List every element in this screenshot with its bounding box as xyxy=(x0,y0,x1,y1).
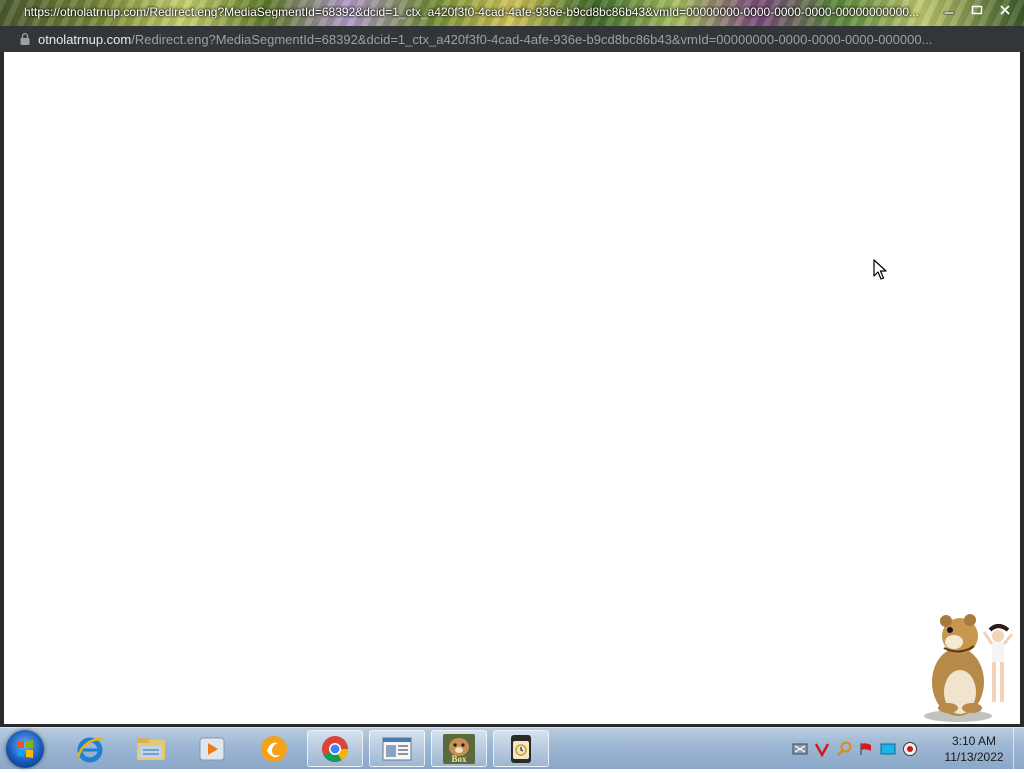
search-key-icon xyxy=(837,741,852,756)
windows-explorer-icon xyxy=(137,737,165,760)
taskbar-document-window[interactable] xyxy=(369,730,425,767)
desktop-mascot-hamster-icon xyxy=(924,614,1014,722)
show-desktop-button[interactable] xyxy=(1013,728,1024,769)
maximize-button[interactable] xyxy=(966,2,988,18)
antivirus-v-icon xyxy=(814,743,830,757)
window-title-bar[interactable]: https://otnolatrnup.com/Redirect.eng?Med… xyxy=(0,0,1024,26)
taskbar: Box 3:10 AM 11/13/2022 xyxy=(0,727,1024,769)
tray-action-center[interactable] xyxy=(858,741,874,757)
taskbar-uc-browser[interactable] xyxy=(246,730,302,767)
chrome-icon xyxy=(322,735,349,762)
clock-date: 11/13/2022 xyxy=(944,750,1004,764)
start-button[interactable] xyxy=(6,730,44,768)
tray-display[interactable] xyxy=(880,741,896,757)
page-content[interactable] xyxy=(4,52,1020,726)
tray-network[interactable] xyxy=(792,741,808,757)
system-tray xyxy=(792,741,918,757)
address-bar[interactable]: otnolatrnup.com/Redirect.eng?MediaSegmen… xyxy=(0,26,1024,52)
document-window-icon xyxy=(382,737,412,760)
taskbar-internet-explorer[interactable] xyxy=(62,730,118,767)
url-host: otnolatrnup.com xyxy=(38,31,132,47)
window-frame-right xyxy=(1020,52,1024,726)
tray-antivirus[interactable] xyxy=(814,741,830,757)
box-app-label: Box xyxy=(451,754,467,764)
uc-browser-icon xyxy=(261,735,287,762)
internet-explorer-icon xyxy=(76,737,103,762)
windows-logo-icon xyxy=(17,740,33,758)
lock-icon xyxy=(20,33,30,45)
taskbar-media-player[interactable] xyxy=(184,730,240,767)
tray-search-key[interactable] xyxy=(836,741,852,757)
network-icon xyxy=(792,743,808,755)
taskbar-box-app[interactable]: Box xyxy=(431,730,487,767)
close-button[interactable] xyxy=(994,2,1016,18)
taskbar-clock[interactable]: 3:10 AM 11/13/2022 xyxy=(940,733,1008,765)
taskbar-chrome[interactable] xyxy=(307,730,363,767)
window-title: https://otnolatrnup.com/Redirect.eng?Med… xyxy=(24,5,919,19)
mouse-cursor-icon xyxy=(873,259,887,280)
url-text[interactable]: otnolatrnup.com/Redirect.eng?MediaSegmen… xyxy=(38,32,998,47)
action-center-flag-icon xyxy=(860,743,871,755)
clock-time: 3:10 AM xyxy=(951,734,997,748)
minimize-button[interactable] xyxy=(938,2,960,18)
box-app-icon: Box xyxy=(443,733,475,764)
url-path: /Redirect.eng?MediaSegmentId=68392&dcid=… xyxy=(131,31,933,47)
display-icon xyxy=(880,743,896,755)
clock-app-icon xyxy=(511,734,531,763)
taskbar-windows-explorer[interactable] xyxy=(123,730,179,767)
taskbar-clock-app[interactable] xyxy=(493,730,549,767)
volume-icon xyxy=(903,742,917,756)
tray-volume[interactable] xyxy=(902,741,918,757)
media-player-icon xyxy=(199,737,225,760)
